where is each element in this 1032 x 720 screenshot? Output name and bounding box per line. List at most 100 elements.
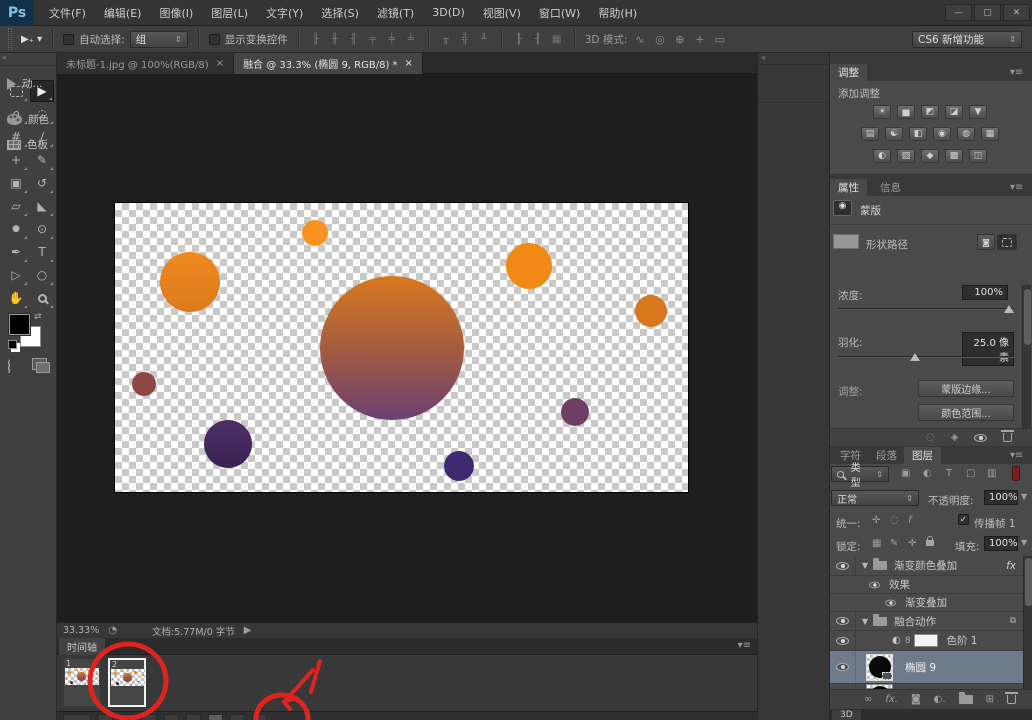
fx-badge[interactable]: fx xyxy=(1006,560,1016,572)
distribute-bottom-icon[interactable]: ╨ xyxy=(477,34,491,45)
dodge-tool[interactable]: ⊙ xyxy=(30,218,54,240)
loop-count-dropdown[interactable] xyxy=(63,714,91,720)
menu-select[interactable]: 选择(S) xyxy=(312,0,368,26)
layers-panel-menu-icon[interactable]: ▾≡ xyxy=(1010,450,1023,461)
menu-image[interactable]: 图像(I) xyxy=(150,0,202,26)
zoom-tool[interactable] xyxy=(30,287,54,309)
new-adjustment-icon[interactable]: ◐. xyxy=(934,694,946,705)
screen-mode-button[interactable] xyxy=(32,358,47,370)
rail-collapse-button[interactable]: « xyxy=(758,53,829,65)
load-selection-icon[interactable]: ◌ xyxy=(926,432,935,443)
properties-scrollbar[interactable] xyxy=(1022,285,1031,428)
menu-3d[interactable]: 3D(D) xyxy=(423,0,474,26)
3d-drag-icon[interactable]: ⊕ xyxy=(672,33,687,46)
color-balance-icon[interactable]: ☯ xyxy=(885,127,903,141)
layer-style-fx-icon[interactable]: fx. xyxy=(885,694,898,705)
posterize-icon[interactable]: ▨ xyxy=(897,149,915,163)
menu-layer[interactable]: 图层(L) xyxy=(202,0,257,26)
distribute-vcenter-icon[interactable]: ╬ xyxy=(458,34,472,45)
close-button[interactable]: ✕ xyxy=(1003,4,1030,21)
visibility-eye-icon[interactable] xyxy=(836,562,849,570)
align-vcenter-icon[interactable]: ╫ xyxy=(328,34,342,45)
density-slider-thumb[interactable] xyxy=(1004,305,1014,313)
tab-layers[interactable]: 图层 xyxy=(904,447,941,464)
actions-panel-button[interactable]: 动... xyxy=(0,72,72,95)
lock-transparent-icon[interactable]: ▦ xyxy=(872,538,881,549)
paint-bucket-tool[interactable]: ◣ xyxy=(30,195,54,217)
fill-dropdown-arrow-icon[interactable]: ▼ xyxy=(1021,538,1027,547)
fill-value[interactable]: 100% xyxy=(984,536,1018,551)
curves-icon[interactable]: ◩ xyxy=(921,105,939,119)
channel-mixer-icon[interactable]: ◍ xyxy=(957,127,975,141)
invert-icon[interactable]: ◐ xyxy=(873,149,891,163)
unify-style-icon[interactable]: f xyxy=(908,515,912,526)
auto-select-dropdown[interactable]: 组 ⇕ xyxy=(130,31,188,48)
new-group-icon[interactable] xyxy=(959,695,973,704)
filter-pixel-layers-icon[interactable]: ▣ xyxy=(901,468,910,479)
filter-type-layers-icon[interactable]: T xyxy=(946,468,952,479)
align-right-icon[interactable]: ╧ xyxy=(404,34,418,45)
align-top-icon[interactable]: ╟ xyxy=(309,34,323,45)
auto-align-icon[interactable]: ▦ xyxy=(550,34,564,45)
menu-filter[interactable]: 滤镜(T) xyxy=(368,0,423,26)
pixel-mask-button[interactable]: ◙ xyxy=(977,234,995,250)
eraser-tool[interactable]: ▱ xyxy=(4,195,28,217)
tween-button[interactable] xyxy=(186,714,201,720)
new-layer-icon[interactable]: ⊞ xyxy=(986,694,994,705)
tab-3d[interactable]: 3D xyxy=(832,710,861,720)
tab-info[interactable]: 信息 xyxy=(872,179,909,196)
3d-slide-icon[interactable]: + xyxy=(692,33,707,46)
distribute-top-icon[interactable]: ╥ xyxy=(439,34,453,45)
tab-properties[interactable]: 属性 xyxy=(830,179,867,196)
menu-help[interactable]: 帮助(H) xyxy=(589,0,646,26)
menu-view[interactable]: 视图(V) xyxy=(474,0,530,26)
distribute-left-icon[interactable]: ┠ xyxy=(512,34,526,45)
menu-type[interactable]: 文字(Y) xyxy=(257,0,312,26)
3d-roll-icon[interactable]: ◎ xyxy=(652,33,667,46)
3d-scale-icon[interactable]: ▭ xyxy=(712,33,727,46)
first-frame-button[interactable] xyxy=(98,714,113,720)
layer-thumbnail[interactable] xyxy=(866,654,893,681)
doc-tab-untitled[interactable]: 未标题-1.jpg @ 100%(RGB/8) × xyxy=(57,53,234,74)
photo-filter-icon[interactable]: ◉ xyxy=(933,127,951,141)
mask-visibility-eye-icon[interactable] xyxy=(974,434,987,442)
visibility-eye-icon[interactable] xyxy=(885,599,896,606)
blend-mode-dropdown[interactable]: 正常 ⇕ xyxy=(831,490,919,506)
filter-toggle-switch[interactable] xyxy=(1012,466,1020,481)
propagate-checkbox[interactable]: ✓ xyxy=(958,514,969,525)
lock-pixels-icon[interactable]: ✎ xyxy=(890,538,898,549)
previous-frame-button[interactable] xyxy=(120,714,135,720)
clone-stamp-tool[interactable]: ▣ xyxy=(4,172,28,194)
auto-select-checkbox[interactable] xyxy=(63,34,74,45)
show-transform-checkbox[interactable] xyxy=(209,34,220,45)
foreground-color-swatch[interactable] xyxy=(9,314,30,335)
timeline-panel-menu-icon[interactable]: ▾≡ xyxy=(738,640,751,651)
tab-adjustments[interactable]: 调整 xyxy=(830,64,867,81)
doc-tab-close-icon[interactable]: × xyxy=(216,58,224,69)
threshold-icon[interactable]: ◆ xyxy=(921,149,939,163)
layer-group-gradient-overlay[interactable]: ▼ 渐变颜色叠加 fx xyxy=(830,556,1024,576)
3d-rotate-icon[interactable]: ∿ xyxy=(632,33,647,46)
mask-edge-button[interactable]: 蒙版边缘... xyxy=(918,380,1014,397)
layer-ellipse-9[interactable]: 椭圆 9 xyxy=(830,651,1024,684)
swatches-panel-button[interactable]: 色板 xyxy=(0,133,72,156)
feather-slider[interactable] xyxy=(838,356,1014,358)
align-hcenter-icon[interactable]: ╪ xyxy=(385,34,399,45)
filter-adjustment-layers-icon[interactable]: ◐ xyxy=(923,468,932,479)
layer-group-blend-action[interactable]: ▼ 融合动作 ⧉ xyxy=(830,612,1024,631)
exposure-icon[interactable]: ◪ xyxy=(945,105,963,119)
timeline-tab[interactable]: 时间轴 xyxy=(59,638,105,655)
swap-colors-icon[interactable]: ⇄ xyxy=(34,312,42,322)
feather-slider-thumb[interactable] xyxy=(910,353,920,361)
filter-shape-layers-icon[interactable]: ▢ xyxy=(966,468,975,479)
visibility-eye-icon[interactable] xyxy=(836,637,849,645)
zoom-level[interactable]: 33.33% xyxy=(63,625,99,636)
apply-mask-icon[interactable]: ◈ xyxy=(951,432,959,443)
pen-tool[interactable]: ✒ xyxy=(4,241,28,263)
adjustments-panel-menu-icon[interactable]: ▾≡ xyxy=(1010,67,1023,78)
menu-file[interactable]: 文件(F) xyxy=(40,0,95,26)
color-panel-button[interactable]: 颜色 xyxy=(0,108,72,131)
blur-tool[interactable]: ● xyxy=(4,218,28,240)
vector-mask-button[interactable] xyxy=(997,234,1017,250)
mask-thumbnail[interactable] xyxy=(914,634,938,647)
